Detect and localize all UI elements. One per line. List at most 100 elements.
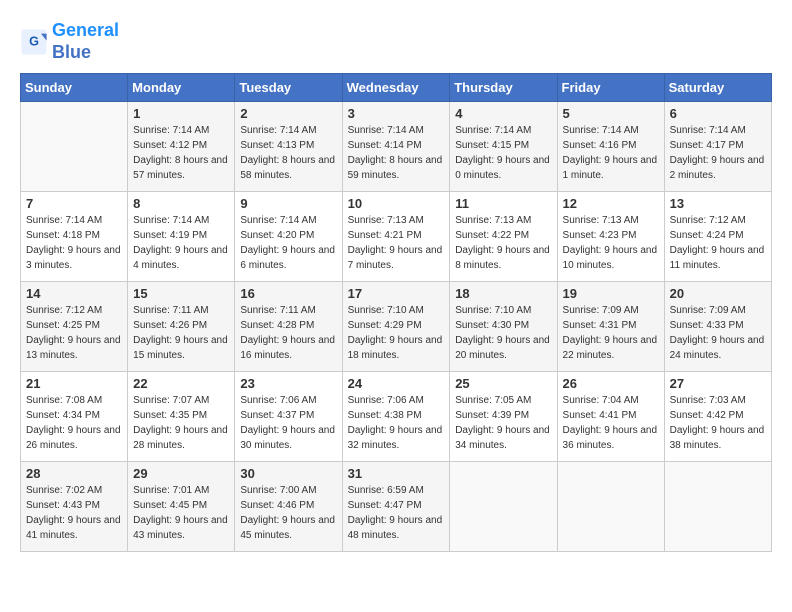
day-info: Sunrise: 7:11 AMSunset: 4:28 PMDaylight:… (240, 303, 336, 363)
calendar-cell: 29Sunrise: 7:01 AMSunset: 4:45 PMDayligh… (128, 462, 235, 552)
calendar-week-3: 14 Sunrise: 7:12 AMSunset: 4:25 PMDayligh… (21, 282, 772, 372)
weekday-header-saturday: Saturday (664, 74, 771, 102)
day-number: 9 (240, 196, 336, 211)
day-info: Sunrise: 7:10 AMSunset: 4:30 PMDaylight:… (455, 303, 551, 363)
calendar-cell (21, 102, 128, 192)
day-info: Sunrise: 7:13 AMSunset: 4:23 PMDaylight:… (563, 213, 659, 273)
calendar-cell: 11 Sunrise: 7:13 AMSunset: 4:22 PMDayligh… (450, 192, 557, 282)
calendar-cell: 27Sunrise: 7:03 AMSunset: 4:42 PMDayligh… (664, 372, 771, 462)
header: G General Blue (20, 20, 772, 63)
calendar-week-4: 21 Sunrise: 7:08 AMSunset: 4:34 PMDayligh… (21, 372, 772, 462)
day-number: 6 (670, 106, 766, 121)
day-number: 30 (240, 466, 336, 481)
day-number: 28 (26, 466, 122, 481)
day-info: Sunrise: 7:06 AMSunset: 4:38 PMDaylight:… (348, 393, 445, 453)
day-info: Sunrise: 7:05 AMSunset: 4:39 PMDaylight:… (455, 393, 551, 453)
weekday-header-tuesday: Tuesday (235, 74, 342, 102)
calendar-cell: 15 Sunrise: 7:11 AMSunset: 4:26 PMDayligh… (128, 282, 235, 372)
weekday-header-wednesday: Wednesday (342, 74, 450, 102)
calendar-cell: 19 Sunrise: 7:09 AMSunset: 4:31 PMDayligh… (557, 282, 664, 372)
day-info: Sunrise: 7:09 AMSunset: 4:31 PMDaylight:… (563, 303, 659, 363)
day-number: 23 (240, 376, 336, 391)
calendar-cell: 14 Sunrise: 7:12 AMSunset: 4:25 PMDayligh… (21, 282, 128, 372)
day-number: 17 (348, 286, 445, 301)
day-number: 16 (240, 286, 336, 301)
calendar-cell: 25 Sunrise: 7:05 AMSunset: 4:39 PMDayligh… (450, 372, 557, 462)
calendar-cell (664, 462, 771, 552)
calendar-cell: 10 Sunrise: 7:13 AMSunset: 4:21 PMDayligh… (342, 192, 450, 282)
calendar-cell (450, 462, 557, 552)
day-info: Sunrise: 6:59 AMSunset: 4:47 PMDaylight:… (348, 483, 445, 543)
calendar-cell (557, 462, 664, 552)
day-number: 18 (455, 286, 551, 301)
day-info: Sunrise: 7:07 AMSunset: 4:35 PMDaylight:… (133, 393, 229, 453)
calendar: SundayMondayTuesdayWednesdayThursdayFrid… (20, 73, 772, 552)
day-info: Sunrise: 7:12 AMSunset: 4:25 PMDaylight:… (26, 303, 122, 363)
day-info: Sunrise: 7:14 AMSunset: 4:16 PMDaylight:… (563, 123, 659, 183)
day-info: Sunrise: 7:14 AMSunset: 4:19 PMDaylight:… (133, 213, 229, 273)
day-info: Sunrise: 7:02 AMSunset: 4:43 PMDaylight:… (26, 483, 122, 543)
calendar-week-5: 28 Sunrise: 7:02 AMSunset: 4:43 PMDayligh… (21, 462, 772, 552)
calendar-cell: 18 Sunrise: 7:10 AMSunset: 4:30 PMDayligh… (450, 282, 557, 372)
logo: G General Blue (20, 20, 119, 63)
calendar-cell: 7Sunrise: 7:14 AMSunset: 4:18 PMDaylight… (21, 192, 128, 282)
calendar-cell: 5Sunrise: 7:14 AMSunset: 4:16 PMDaylight… (557, 102, 664, 192)
day-info: Sunrise: 7:03 AMSunset: 4:42 PMDaylight:… (670, 393, 766, 453)
day-number: 4 (455, 106, 551, 121)
day-number: 8 (133, 196, 229, 211)
calendar-cell: 24 Sunrise: 7:06 AMSunset: 4:38 PMDayligh… (342, 372, 450, 462)
day-number: 25 (455, 376, 551, 391)
day-number: 20 (670, 286, 766, 301)
day-info: Sunrise: 7:08 AMSunset: 4:34 PMDaylight:… (26, 393, 122, 453)
calendar-cell: 17 Sunrise: 7:10 AMSunset: 4:29 PMDayligh… (342, 282, 450, 372)
day-info: Sunrise: 7:06 AMSunset: 4:37 PMDaylight:… (240, 393, 336, 453)
calendar-week-2: 7Sunrise: 7:14 AMSunset: 4:18 PMDaylight… (21, 192, 772, 282)
day-info: Sunrise: 7:10 AMSunset: 4:29 PMDaylight:… (348, 303, 445, 363)
calendar-cell: 30 Sunrise: 7:00 AMSunset: 4:46 PMDayligh… (235, 462, 342, 552)
calendar-cell: 26 Sunrise: 7:04 AMSunset: 4:41 PMDayligh… (557, 372, 664, 462)
day-info: Sunrise: 7:11 AMSunset: 4:26 PMDaylight:… (133, 303, 229, 363)
day-info: Sunrise: 7:13 AMSunset: 4:22 PMDaylight:… (455, 213, 551, 273)
day-info: Sunrise: 7:01 AMSunset: 4:45 PMDaylight:… (133, 483, 229, 543)
calendar-week-1: 1 Sunrise: 7:14 AMSunset: 4:12 PMDaylight… (21, 102, 772, 192)
day-info: Sunrise: 7:14 AMSunset: 4:12 PMDaylight:… (133, 123, 229, 183)
day-info: Sunrise: 7:04 AMSunset: 4:41 PMDaylight:… (563, 393, 659, 453)
day-number: 11 (455, 196, 551, 211)
day-number: 1 (133, 106, 229, 121)
calendar-cell: 4 Sunrise: 7:14 AMSunset: 4:15 PMDaylight… (450, 102, 557, 192)
day-number: 26 (563, 376, 659, 391)
day-number: 19 (563, 286, 659, 301)
calendar-cell: 21 Sunrise: 7:08 AMSunset: 4:34 PMDayligh… (21, 372, 128, 462)
calendar-cell: 12 Sunrise: 7:13 AMSunset: 4:23 PMDayligh… (557, 192, 664, 282)
day-info: Sunrise: 7:14 AMSunset: 4:20 PMDaylight:… (240, 213, 336, 273)
day-number: 15 (133, 286, 229, 301)
logo-text: General Blue (52, 20, 119, 63)
day-info: Sunrise: 7:14 AMSunset: 4:15 PMDaylight:… (455, 123, 551, 183)
day-info: Sunrise: 7:14 AMSunset: 4:14 PMDaylight:… (348, 123, 445, 183)
day-info: Sunrise: 7:14 AMSunset: 4:18 PMDaylight:… (26, 213, 122, 273)
day-number: 13 (670, 196, 766, 211)
weekday-header-row: SundayMondayTuesdayWednesdayThursdayFrid… (21, 74, 772, 102)
day-number: 10 (348, 196, 445, 211)
day-number: 12 (563, 196, 659, 211)
calendar-cell: 1 Sunrise: 7:14 AMSunset: 4:12 PMDaylight… (128, 102, 235, 192)
weekday-header-monday: Monday (128, 74, 235, 102)
day-info: Sunrise: 7:13 AMSunset: 4:21 PMDaylight:… (348, 213, 445, 273)
day-number: 24 (348, 376, 445, 391)
weekday-header-sunday: Sunday (21, 74, 128, 102)
calendar-cell: 9 Sunrise: 7:14 AMSunset: 4:20 PMDaylight… (235, 192, 342, 282)
calendar-cell: 22Sunrise: 7:07 AMSunset: 4:35 PMDayligh… (128, 372, 235, 462)
weekday-header-thursday: Thursday (450, 74, 557, 102)
calendar-cell: 2Sunrise: 7:14 AMSunset: 4:13 PMDaylight… (235, 102, 342, 192)
day-number: 14 (26, 286, 122, 301)
day-info: Sunrise: 7:00 AMSunset: 4:46 PMDaylight:… (240, 483, 336, 543)
day-number: 31 (348, 466, 445, 481)
calendar-body: 1 Sunrise: 7:14 AMSunset: 4:12 PMDaylight… (21, 102, 772, 552)
calendar-cell: 31 Sunrise: 6:59 AMSunset: 4:47 PMDayligh… (342, 462, 450, 552)
day-info: Sunrise: 7:09 AMSunset: 4:33 PMDaylight:… (670, 303, 766, 363)
calendar-cell: 8 Sunrise: 7:14 AMSunset: 4:19 PMDaylight… (128, 192, 235, 282)
calendar-cell: 3 Sunrise: 7:14 AMSunset: 4:14 PMDaylight… (342, 102, 450, 192)
day-number: 3 (348, 106, 445, 121)
calendar-cell: 16 Sunrise: 7:11 AMSunset: 4:28 PMDayligh… (235, 282, 342, 372)
day-number: 21 (26, 376, 122, 391)
